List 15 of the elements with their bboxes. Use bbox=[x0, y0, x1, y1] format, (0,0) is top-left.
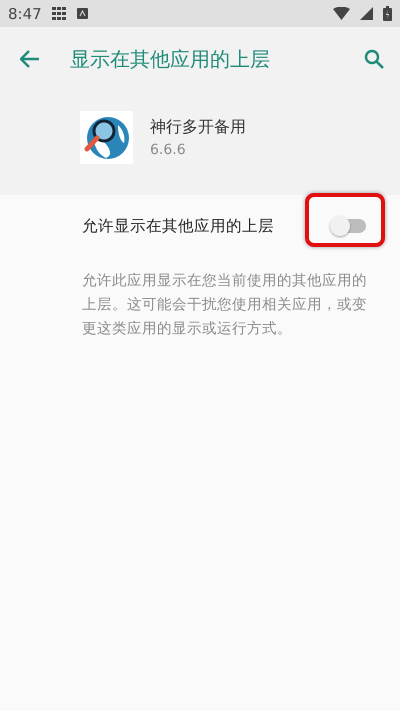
notification-icon bbox=[76, 8, 88, 19]
signal-icon bbox=[360, 7, 373, 20]
back-button[interactable] bbox=[20, 50, 40, 68]
app-name: 神行多开备用 bbox=[150, 117, 246, 138]
app-icon bbox=[80, 111, 133, 164]
battery-icon bbox=[383, 6, 392, 21]
app-version: 6.6.6 bbox=[150, 142, 187, 158]
grid-icon bbox=[52, 7, 67, 20]
search-button[interactable] bbox=[364, 49, 384, 69]
overlay-toggle[interactable] bbox=[332, 219, 366, 233]
status-time: 8:47 bbox=[8, 4, 42, 22]
wifi-icon bbox=[333, 7, 350, 20]
setting-label: 允许显示在其他应用的上层 bbox=[82, 216, 275, 236]
page-title: 显示在其他应用的上层 bbox=[70, 46, 271, 72]
setting-description: 允许此应用显示在您当前使用的其他应用的上层。这可能会干扰您使用相关应用，或变更这类应用的显示或运行方式。 bbox=[82, 271, 368, 339]
